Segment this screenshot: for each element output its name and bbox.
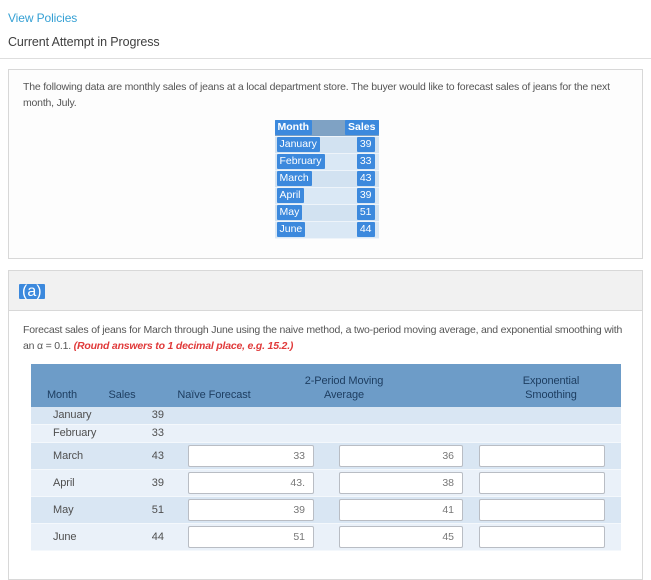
part-a-header: (a) [9, 271, 642, 311]
sales-value: 44 [356, 222, 375, 237]
header-sales: Sales [108, 389, 136, 402]
forecast-table: Month Sales Naïve Forecast 2-Period Movi… [31, 363, 621, 551]
month-cell: May [53, 503, 74, 516]
data-row: March 43 [274, 170, 379, 188]
sales-cell: 33 [151, 427, 164, 439]
month-cell: June [53, 530, 77, 543]
view-policies-link[interactable]: View Policies [8, 11, 77, 25]
sales-cell: 39 [151, 476, 164, 489]
data-row: February 33 [274, 153, 379, 171]
attempt-status-text: Current Attempt in Progress [8, 35, 160, 49]
exponential-smoothing-input-april[interactable] [479, 471, 605, 494]
part-a-body: Forecast sales of jeans for March throug… [9, 311, 642, 551]
table-row-february: February 33 [31, 424, 621, 443]
moving-average-input-april[interactable] [339, 471, 463, 494]
table-row-april: April 39 [31, 469, 621, 497]
sales-cell: 39 [151, 409, 164, 421]
month-cell: April [53, 476, 75, 489]
header-exponential-smoothing: Exponential Smoothing [522, 374, 580, 402]
month-cell: March [53, 449, 84, 462]
header-naive-forecast: Naïve Forecast [177, 389, 251, 402]
naive-forecast-input-april[interactable] [188, 471, 314, 494]
table-row-january: January 39 [31, 406, 621, 425]
data-row: April 39 [274, 187, 379, 205]
table-row-march: March 43 [31, 442, 621, 470]
mini-header-sales: Sales [335, 119, 379, 137]
table-row-june: June 44 [31, 523, 621, 551]
sales-value: 51 [356, 205, 375, 220]
data-row: January 39 [274, 136, 379, 154]
exponential-smoothing-input-june[interactable] [479, 525, 605, 548]
naive-forecast-input-may[interactable] [188, 498, 314, 521]
moving-average-input-march[interactable] [339, 444, 463, 467]
data-row: May 51 [274, 204, 379, 222]
month-cell: January [53, 409, 92, 421]
month-value: June [276, 222, 306, 237]
mini-header-month: Month [274, 119, 336, 137]
month-value: January [276, 137, 320, 152]
sales-value: 39 [356, 188, 375, 203]
month-value: March [276, 171, 312, 186]
sales-cell: 43 [151, 449, 164, 462]
rounding-note: (Round answers to 1 decimal place, e.g. … [73, 339, 294, 352]
problem-statement: The following data are monthly sales of … [23, 81, 610, 109]
part-a-panel: (a) Forecast sales of jeans for March th… [8, 270, 643, 580]
sales-cell: 51 [151, 503, 164, 516]
exponential-smoothing-input-may[interactable] [479, 498, 605, 521]
sales-data-header-row: Month Sales [274, 119, 379, 137]
exponential-smoothing-input-march[interactable] [479, 444, 605, 467]
moving-average-input-june[interactable] [339, 525, 463, 548]
sales-value: 33 [356, 154, 375, 169]
header-moving-average: 2-Period Moving Average [304, 374, 384, 402]
divider [0, 58, 651, 59]
instruction-paragraph: Forecast sales of jeans for March throug… [23, 323, 628, 355]
part-a-label: (a) [19, 284, 45, 300]
data-row: June 44 [274, 221, 379, 239]
topbar: View Policies Current Attempt in Progres… [0, 0, 651, 49]
sales-data-table: Month Sales January 39 February 33 March… [274, 119, 379, 239]
problem-panel: The following data are monthly sales of … [8, 69, 643, 259]
month-value: February [276, 154, 325, 169]
sales-value: 43 [356, 171, 375, 186]
forecast-table-header: Month Sales Naïve Forecast 2-Period Movi… [31, 363, 621, 407]
month-cell: February [53, 427, 97, 439]
month-value: May [276, 205, 303, 220]
moving-average-input-may[interactable] [339, 498, 463, 521]
naive-forecast-input-march[interactable] [188, 444, 314, 467]
sales-value: 39 [356, 137, 375, 152]
naive-forecast-input-june[interactable] [188, 525, 314, 548]
table-row-may: May 51 [31, 496, 621, 524]
month-value: April [276, 188, 304, 203]
header-month: Month [46, 389, 78, 402]
sales-cell: 44 [151, 530, 164, 543]
